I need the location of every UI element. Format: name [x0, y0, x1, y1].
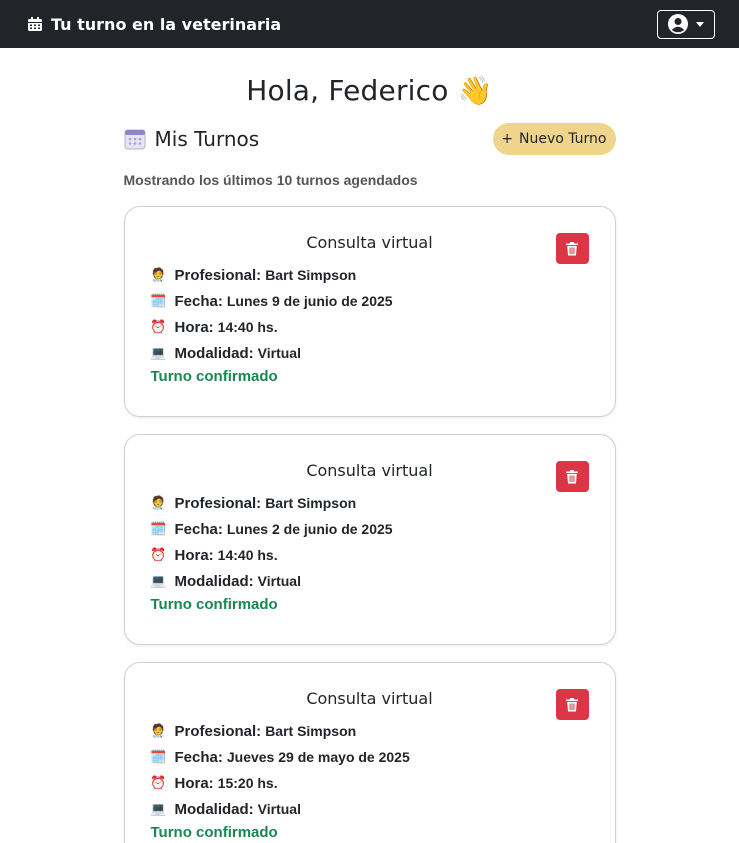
modality-label: Modalidad: [174, 344, 254, 362]
alarm-clock-icon: ⏰ [150, 319, 167, 334]
user-circle-icon [668, 14, 688, 34]
calendar-icon: 🗓️ [150, 749, 167, 764]
appointment-list: Consulta virtual 🧑‍⚕️ Profesional: Bart … [123, 206, 616, 843]
professional-row: 🧑‍⚕️ Profesional: Bart Simpson [150, 262, 589, 288]
delete-appointment-button[interactable] [555, 461, 589, 492]
modality-value: Virtual [257, 801, 301, 817]
laptop-icon: 💻 [150, 345, 167, 360]
appointment-card: Consulta virtual 🧑‍⚕️ Profesional: Bart … [123, 434, 616, 645]
date-value: Lunes 2 de junio de 2025 [226, 521, 393, 537]
date-label: Fecha: [174, 520, 223, 538]
date-value: Lunes 9 de junio de 2025 [226, 293, 393, 309]
greeting: Hola, Federico 👋 [246, 74, 493, 107]
professional-label: Profesional: [174, 722, 262, 740]
section-title: Mis Turnos [124, 127, 259, 151]
date-label: Fecha: [174, 292, 223, 310]
list-subtitle: Mostrando los últimos 10 turnos agendado… [123, 172, 418, 188]
status-text: Turno confirmado [150, 368, 278, 385]
calendar-icon [124, 129, 145, 150]
time-value: 14:40 hs. [217, 547, 278, 563]
date-label: Fecha: [174, 748, 223, 766]
time-label: Hora: [174, 774, 214, 792]
modality-label: Modalidad: [174, 800, 254, 818]
modality-row: 💻 Modalidad: Virtual [150, 568, 589, 594]
navbar: Tu turno en la veterinaria [0, 0, 739, 48]
modality-label: Modalidad: [174, 572, 254, 590]
time-row: ⏰ Hora: 14:40 hs. [150, 542, 589, 568]
time-value: 14:40 hs. [217, 319, 278, 335]
time-label: Hora: [174, 546, 214, 564]
professional-label: Profesional: [174, 266, 262, 284]
professional-icon: 🧑‍⚕️ [150, 495, 167, 510]
trash-icon [566, 469, 578, 483]
calendar-icon: 🗓️ [150, 293, 167, 308]
alarm-clock-icon: ⏰ [150, 775, 167, 790]
alarm-clock-icon: ⏰ [150, 547, 167, 562]
status-text: Turno confirmado [150, 824, 278, 841]
delete-appointment-button[interactable] [555, 689, 589, 720]
professional-icon: 🧑‍⚕️ [150, 267, 167, 282]
modality-row: 💻 Modalidad: Virtual [150, 796, 589, 822]
status-text: Turno confirmado [150, 596, 278, 613]
professional-value: Bart Simpson [265, 267, 357, 283]
trash-icon [566, 241, 578, 255]
calendar-icon: 🗓️ [150, 521, 167, 536]
professional-icon: 🧑‍⚕️ [150, 723, 167, 738]
professional-row: 🧑‍⚕️ Profesional: Bart Simpson [150, 490, 589, 516]
trash-icon [566, 697, 578, 711]
date-row: 🗓️ Fecha: Jueves 29 de mayo de 2025 [150, 744, 589, 770]
laptop-icon: 💻 [150, 801, 167, 816]
new-appointment-button[interactable]: + Nuevo Turno [493, 123, 616, 155]
appointments-section: Mis Turnos + Nuevo Turno Mostrando los ú… [123, 123, 616, 843]
brand-title: Tu turno en la veterinaria [51, 14, 282, 34]
chevron-down-icon [696, 21, 704, 27]
plus-icon: + [501, 131, 513, 147]
time-row: ⏰ Hora: 14:40 hs. [150, 314, 589, 340]
laptop-icon: 💻 [150, 573, 167, 588]
professional-row: 🧑‍⚕️ Profesional: Bart Simpson [150, 718, 589, 744]
user-menu-button[interactable] [657, 9, 715, 39]
time-label: Hora: [174, 318, 214, 336]
modality-row: 💻 Modalidad: Virtual [150, 340, 589, 366]
appointment-title: Consulta virtual [306, 689, 433, 708]
professional-value: Bart Simpson [265, 495, 357, 511]
appointment-card: Consulta virtual 🧑‍⚕️ Profesional: Bart … [123, 206, 616, 417]
brand[interactable]: Tu turno en la veterinaria [27, 15, 281, 34]
date-value: Jueves 29 de mayo de 2025 [226, 749, 410, 765]
appointment-title: Consulta virtual [306, 461, 433, 480]
delete-appointment-button[interactable] [555, 233, 589, 264]
section-header: Mis Turnos + Nuevo Turno [124, 123, 616, 155]
time-value: 15:20 hs. [217, 775, 278, 791]
date-row: 🗓️ Fecha: Lunes 9 de junio de 2025 [150, 288, 589, 314]
professional-label: Profesional: [174, 494, 262, 512]
appointment-title: Consulta virtual [306, 233, 433, 252]
time-row: ⏰ Hora: 15:20 hs. [150, 770, 589, 796]
calendar-icon [28, 17, 42, 31]
modality-value: Virtual [257, 345, 301, 361]
professional-value: Bart Simpson [265, 723, 357, 739]
modality-value: Virtual [257, 573, 301, 589]
date-row: 🗓️ Fecha: Lunes 2 de junio de 2025 [150, 516, 589, 542]
appointment-card: Consulta virtual 🧑‍⚕️ Profesional: Bart … [123, 662, 616, 843]
